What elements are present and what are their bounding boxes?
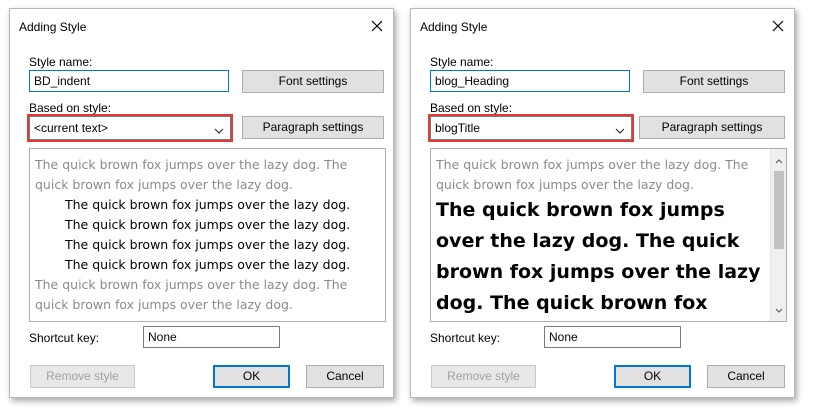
preview-scrollbar[interactable] xyxy=(770,149,786,321)
preview-sample-line: The quick brown fox jumps over the lazy … xyxy=(65,217,351,232)
dialog-title: Adding Style xyxy=(19,20,87,34)
style-name-label: Style name: xyxy=(29,55,93,69)
based-on-style-select[interactable]: <current text> xyxy=(27,114,233,142)
based-on-style-select[interactable]: blogTitle xyxy=(428,114,634,142)
adding-style-dialog-right: Adding Style Style name: blog_Heading Fo… xyxy=(410,8,795,398)
preview-sample-text: The quick brown fox jumps over the lazy … xyxy=(436,199,761,314)
close-icon[interactable] xyxy=(369,18,385,34)
shortcut-key-label: Shortcut key: xyxy=(430,331,501,345)
style-preview: The quick brown fox jumps over the lazy … xyxy=(29,148,386,322)
chevron-down-icon xyxy=(615,124,625,138)
scroll-down-icon[interactable] xyxy=(775,303,783,317)
ok-button[interactable]: OK xyxy=(213,365,290,388)
based-on-style-value: <current text> xyxy=(34,121,109,135)
style-name-input[interactable]: blog_Heading xyxy=(430,70,630,92)
paragraph-settings-button[interactable]: Paragraph settings xyxy=(639,116,785,139)
preview-before-text: The quick brown fox jumps over the lazy … xyxy=(436,157,749,192)
remove-style-button[interactable]: Remove style xyxy=(431,365,536,388)
dialog-title: Adding Style xyxy=(420,20,488,34)
remove-style-button[interactable]: Remove style xyxy=(30,365,135,388)
preview-before-text: The quick brown fox jumps over the lazy … xyxy=(35,157,348,192)
style-preview[interactable]: The quick brown fox jumps over the lazy … xyxy=(430,148,787,322)
shortcut-key-label: Shortcut key: xyxy=(29,331,100,345)
shortcut-key-input[interactable]: None xyxy=(544,326,681,348)
chevron-down-icon xyxy=(214,124,224,138)
font-settings-button[interactable]: Font settings xyxy=(643,70,785,93)
ok-button[interactable]: OK xyxy=(614,365,691,388)
based-on-style-label: Based on style: xyxy=(430,101,513,115)
style-name-label: Style name: xyxy=(430,55,494,69)
based-on-style-value: blogTitle xyxy=(435,121,480,135)
cancel-button[interactable]: Cancel xyxy=(707,365,785,388)
cancel-button[interactable]: Cancel xyxy=(306,365,384,388)
paragraph-settings-button[interactable]: Paragraph settings xyxy=(242,116,384,139)
adding-style-dialog-left: Adding Style Style name: BD_indent Font … xyxy=(9,8,394,398)
scrollbar-thumb[interactable] xyxy=(774,171,784,249)
scroll-up-icon[interactable] xyxy=(775,153,783,167)
close-icon[interactable] xyxy=(770,18,786,34)
style-name-input[interactable]: BD_indent xyxy=(29,70,229,92)
preview-sample-line: The quick brown fox jumps over the lazy … xyxy=(65,237,351,252)
shortcut-key-input[interactable]: None xyxy=(143,326,280,348)
preview-sample-line: The quick brown fox jumps over the lazy … xyxy=(65,257,351,272)
preview-after-text: The quick brown fox jumps over the lazy … xyxy=(35,277,348,312)
font-settings-button[interactable]: Font settings xyxy=(242,70,384,93)
based-on-style-label: Based on style: xyxy=(29,101,112,115)
preview-sample-line: The quick brown fox jumps over the lazy … xyxy=(65,197,351,212)
